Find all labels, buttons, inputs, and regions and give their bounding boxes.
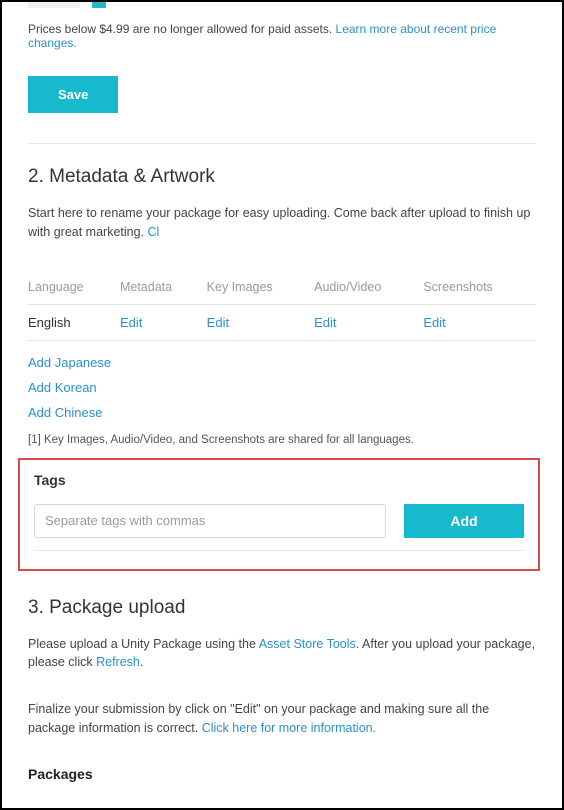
pricing-notice-text: Prices below $4.99 are no longer allowed… bbox=[28, 22, 336, 36]
col-language: Language bbox=[28, 270, 120, 305]
tags-section: Tags Add bbox=[18, 458, 540, 571]
edit-metadata-link[interactable]: Edit bbox=[120, 315, 142, 330]
top-stub bbox=[28, 2, 536, 10]
pricing-notice: Prices below $4.99 are no longer allowed… bbox=[28, 22, 536, 50]
section-upload-title: 3. Package upload bbox=[28, 597, 536, 619]
edit-audiovideo-link[interactable]: Edit bbox=[314, 315, 336, 330]
metadata-desc-text: Start here to rename your package for ea… bbox=[28, 206, 530, 239]
refresh-link[interactable]: Refresh bbox=[96, 655, 140, 669]
col-screenshots: Screenshots bbox=[423, 270, 536, 305]
add-japanese-link[interactable]: Add Japanese bbox=[28, 355, 536, 370]
upload-line1-a: Please upload a Unity Package using the bbox=[28, 637, 259, 651]
col-audiovideo: Audio/Video bbox=[314, 270, 423, 305]
asset-store-tools-link[interactable]: Asset Store Tools bbox=[259, 637, 356, 651]
upload-desc-2: Finalize your submission by click on "Ed… bbox=[28, 700, 536, 738]
upload-desc-1: Please upload a Unity Package using the … bbox=[28, 635, 536, 673]
more-info-link[interactable]: Click here for more information. bbox=[202, 721, 376, 735]
tags-title: Tags bbox=[34, 472, 524, 488]
tags-divider bbox=[34, 550, 524, 551]
table-row: English Edit Edit Edit Edit bbox=[28, 304, 536, 340]
packages-heading: Packages bbox=[28, 766, 536, 782]
add-chinese-link[interactable]: Add Chinese bbox=[28, 405, 536, 420]
col-keyimages: Key Images bbox=[207, 270, 314, 305]
col-metadata: Metadata bbox=[120, 270, 207, 305]
upload-line1-c: . bbox=[140, 655, 143, 669]
section-metadata-title: 2. Metadata & Artwork bbox=[28, 166, 536, 188]
metadata-table: Language Metadata Key Images Audio/Video… bbox=[28, 270, 536, 341]
metadata-desc-link[interactable]: Cl bbox=[148, 225, 160, 239]
tags-input[interactable] bbox=[34, 504, 386, 538]
save-button[interactable]: Save bbox=[28, 76, 118, 113]
cell-language: English bbox=[28, 304, 120, 340]
divider-1 bbox=[28, 143, 536, 144]
edit-screenshots-link[interactable]: Edit bbox=[423, 315, 445, 330]
languages-footnote: [1] Key Images, Audio/Video, and Screens… bbox=[28, 434, 536, 446]
section-metadata-desc: Start here to rename your package for ea… bbox=[28, 204, 536, 242]
table-header-row: Language Metadata Key Images Audio/Video… bbox=[28, 270, 536, 305]
add-tag-button[interactable]: Add bbox=[404, 504, 524, 538]
add-korean-link[interactable]: Add Korean bbox=[28, 380, 536, 395]
edit-keyimages-link[interactable]: Edit bbox=[207, 315, 229, 330]
